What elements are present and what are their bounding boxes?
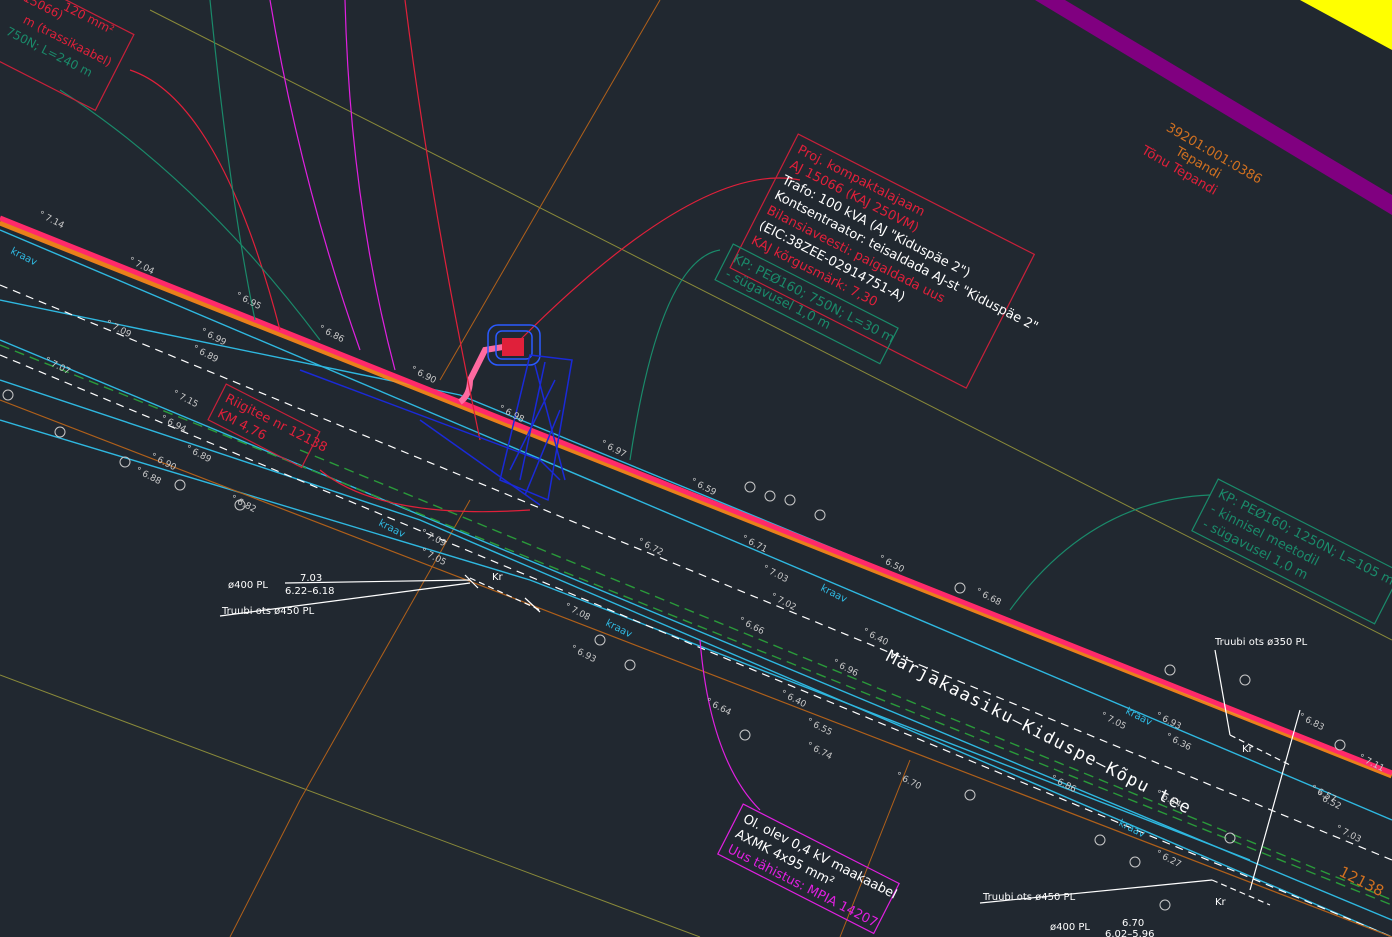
elevation-label: ° 7.09 xyxy=(104,319,133,340)
culvert-left-pipe: ø400 PL xyxy=(228,580,268,591)
top-left-line-2: 120 mm² xyxy=(61,0,116,37)
elevation-label: ° 6.99 xyxy=(199,327,228,348)
culvert-left-bottom: 6.22–6.18 xyxy=(285,586,335,597)
culvert-right-bottom: 6.02–5.96 xyxy=(1105,929,1155,937)
culvert-right-top: 6.70 xyxy=(1122,918,1144,929)
elevation-label: ° 7.15 xyxy=(171,389,200,410)
culvert-right-bottom-end: Truubi ots ø450 PL xyxy=(982,892,1076,903)
elevation-label: ° 7.08 xyxy=(563,602,592,623)
elevation-label: ° 6.40 xyxy=(861,627,890,648)
elevation-labels: ° 7.14° 7.04° 6.95° 6.86° 6.90° 6.99° 6.… xyxy=(37,210,1386,870)
elevation-label: ° 6.90 xyxy=(149,452,178,473)
elevation-label: ° 7.11 xyxy=(1357,753,1386,774)
culvert-left-labels: ø400 PL 7.03 6.22–6.18 Truubi ots ø450 P… xyxy=(221,572,504,617)
elevation-label: ° 6.36 xyxy=(1164,732,1193,753)
elevation-label: ° 6.72 xyxy=(636,537,665,558)
ditch-label-2: kraav xyxy=(377,518,407,541)
elevation-label: ° 7.14 xyxy=(37,210,66,231)
culvert-left-kr: Kr xyxy=(492,572,504,583)
culvert-right-pipe: ø400 PL xyxy=(1050,922,1090,933)
elevation-label: ° 7.07 xyxy=(43,356,72,377)
elevation-label: ° 6.93 xyxy=(1154,711,1183,732)
parcel-labels: 39201:001:0386 Tepandi Tõnu Tepandi xyxy=(1138,120,1265,198)
ditch-label-5: kraav xyxy=(1124,706,1154,729)
culvert-right-kr: Kr xyxy=(1242,744,1254,755)
elevation-label: ° 7.05 xyxy=(1099,711,1128,732)
culvert-right-kr-2: Kr xyxy=(1215,897,1227,908)
elevation-label: ° 6.66 xyxy=(737,616,766,637)
road-km-callout[interactable]: Riigitee nr 12138 KM 4,76 xyxy=(207,383,332,473)
yellow-zone xyxy=(1300,0,1392,50)
road-centerlines xyxy=(0,284,1392,937)
cad-drawing-canvas[interactable]: 39201:001:0386 Tepandi Tõnu Tepandi Proj… xyxy=(0,0,1392,937)
elevation-label: ° 6.93 xyxy=(569,644,598,665)
green-leaders xyxy=(59,0,1211,611)
red-leaders xyxy=(129,0,801,513)
elevation-label: ° 6.95 xyxy=(234,291,263,312)
kp-long-callout[interactable]: KP: PEØ160; 1250N; L=105 m - kinnisel me… xyxy=(1191,478,1392,625)
elevation-label: ° 6.89 xyxy=(184,444,213,465)
elevation-label: ° 6.96 xyxy=(831,658,860,679)
substation-callout[interactable]: Proj. kompaktalajaam AJ 15066 (KAJ 250VM… xyxy=(729,133,1066,404)
elevation-label: ° 7.02 xyxy=(769,592,798,613)
road-name-label: Märjakaasiku–Kiduspe–Kõpu tee xyxy=(883,647,1195,819)
elevation-label: ° 6.40 xyxy=(779,689,808,710)
elevation-label: ° 6.71 xyxy=(740,534,769,555)
ditch-label-4: kraav xyxy=(819,583,849,606)
elevation-label: ° 7.03 xyxy=(761,564,790,585)
elevation-label: ° 6.83 xyxy=(1297,712,1326,733)
elevation-label: ° 6.89 xyxy=(191,344,220,365)
top-left-callout[interactable]: 15066) 120 mm² m (trassikaabel) 750N; L=… xyxy=(0,0,135,112)
ditch-labels: kraav kraav kraav kraav kraav kraav xyxy=(9,246,1154,841)
culvert-right-top-end: Truubi ots ø350 PL xyxy=(1214,637,1308,648)
elevation-label: ° 6.88 xyxy=(134,466,163,487)
culvert-left-top: 7.03 xyxy=(300,573,322,584)
road-number-label: 12138 xyxy=(1336,863,1387,901)
elevation-label: ° 6.74 xyxy=(805,741,834,762)
new-cable-line xyxy=(0,215,1392,776)
elevation-label: ° 6.27 xyxy=(1154,849,1183,870)
ditch-label-1: kraav xyxy=(9,246,39,269)
magenta-leaders xyxy=(269,0,761,811)
culvert-left-end: Truubi ots ø450 PL xyxy=(221,606,315,617)
ditch-label-3: kraav xyxy=(604,618,634,641)
elevation-label: ° 6.86 xyxy=(317,324,346,345)
substation-marker xyxy=(502,338,524,356)
cad-drawing: 39201:001:0386 Tepandi Tõnu Tepandi Proj… xyxy=(0,0,1392,937)
elevation-label: ° 6.64 xyxy=(704,697,733,718)
cable-callout[interactable]: Ol. olev 0,4 kV maakaabel AXMK 4x95 mm² … xyxy=(716,803,902,935)
green-dashed-lines xyxy=(0,344,1392,906)
elevation-label: ° 6.68 xyxy=(974,587,1003,608)
